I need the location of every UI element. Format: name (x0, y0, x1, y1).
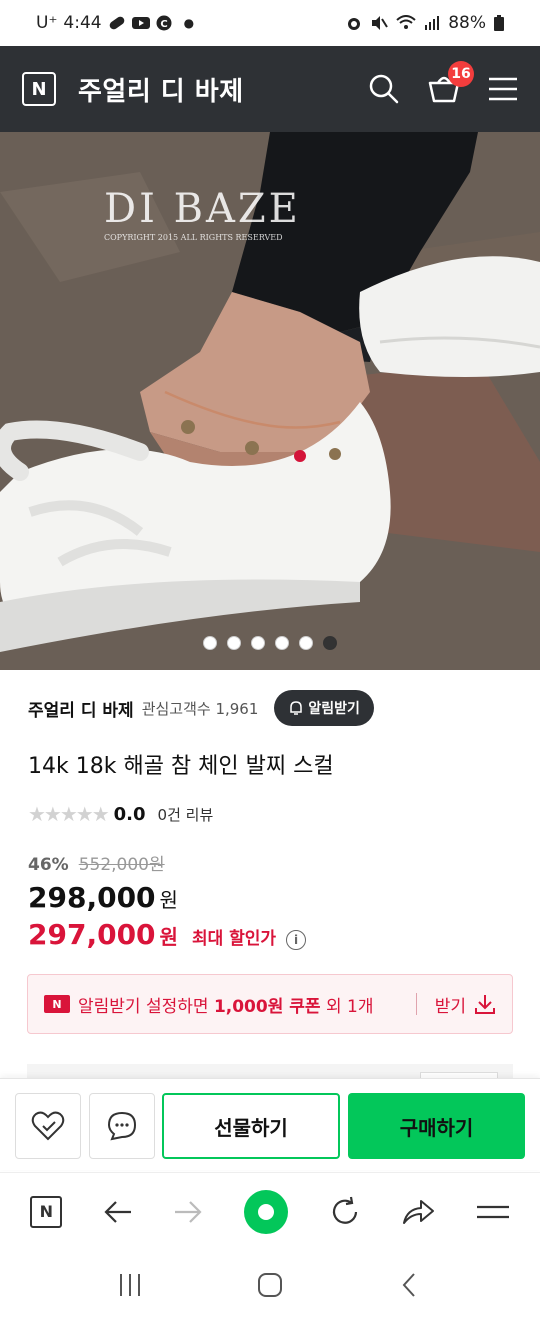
product-image-carousel[interactable]: DI BAZE COPYRIGHT 2015 ALL RIGHTS RESERV… (0, 132, 540, 670)
download-icon (475, 995, 495, 1014)
status-bar: U⁺ 4:44 C ● 88% (0, 0, 540, 46)
cart-button[interactable]: 16 (426, 61, 474, 107)
browser-home-button[interactable]: N (30, 1195, 63, 1228)
bell-plus-icon (290, 701, 303, 715)
coupon-download-label: 받기 (434, 996, 466, 1017)
carousel-dot[interactable] (275, 636, 289, 650)
photo-watermark-sub: COPYRIGHT 2015 ALL RIGHTS RESERVED (104, 233, 282, 242)
discount-row: 46% 552,000원 (28, 850, 512, 875)
product-title: 14k 18k 해골 참 체인 발찌 스컬 (28, 754, 334, 779)
system-nav-bar (0, 1250, 540, 1320)
store-header: N 주얼리 디 바제 16 (0, 46, 540, 132)
alarm-icon (348, 18, 361, 30)
info-icon[interactable]: i (286, 930, 307, 950)
mute-icon (372, 16, 389, 30)
battery-icon (494, 15, 504, 31)
carousel-dot[interactable] (251, 636, 265, 650)
coupon-download-button[interactable]: 받기 (435, 992, 496, 1017)
browser-toolbar: N (0, 1172, 540, 1250)
product-photo: DI BAZE COPYRIGHT 2015 ALL RIGHTS RESERV… (0, 132, 540, 670)
review-count: 0건 리뷰 (157, 805, 214, 824)
carousel-dot[interactable] (323, 636, 337, 650)
c-circle-icon: C (156, 15, 172, 31)
carousel-dot[interactable] (203, 636, 217, 650)
coupon-banner[interactable]: N 알림받기 설정하면 1,000원 쿠폰 외 1개 받기 (27, 974, 513, 1034)
home-icon[interactable] (257, 1272, 283, 1298)
cart-count-badge: 16 (448, 61, 474, 87)
purchase-action-bar: 선물하기 구매하기 (0, 1078, 540, 1170)
pill-icon (109, 16, 124, 30)
svg-text:C: C (160, 19, 167, 30)
max-discount-row: 297,000 원 최대 할인가 i (28, 918, 512, 951)
search-icon[interactable] (368, 73, 400, 105)
notification-dot-icon: ● (183, 16, 195, 30)
max-discount-label: 최대 할인가 (191, 929, 277, 949)
store-title[interactable]: 주얼리 디 바제 (78, 71, 244, 108)
green-dot-button[interactable] (243, 1189, 288, 1234)
clock: 4:44 (63, 13, 102, 33)
carousel-indicator (0, 636, 540, 650)
max-discount-price: 297,000 (28, 918, 156, 951)
carousel-dot[interactable] (227, 636, 241, 650)
original-price: 552,000원 (78, 855, 165, 875)
buy-button[interactable]: 구매하기 (348, 1093, 525, 1159)
carrier-label: U⁺ (36, 13, 58, 33)
rating-row[interactable]: ★★★★★ 0.0 0건 리뷰 (28, 802, 512, 826)
seller-row: 주얼리 디 바제 관심고객수 1,961 알림받기 (28, 690, 512, 726)
forward-arrow-icon[interactable] (173, 1199, 203, 1225)
recent-apps-icon[interactable] (117, 1272, 143, 1298)
back-arrow-icon[interactable] (103, 1199, 133, 1225)
notify-button-label: 알림받기 (308, 701, 360, 717)
refresh-icon[interactable] (329, 1196, 361, 1228)
naver-logo-button[interactable]: N (22, 72, 56, 106)
sale-price: 298,000 (28, 881, 156, 914)
divider (415, 993, 417, 1015)
talk-button[interactable] (89, 1093, 155, 1159)
photo-watermark: DI BAZE (104, 186, 301, 232)
green-dot-icon (257, 1203, 274, 1220)
wishlist-button[interactable] (15, 1093, 81, 1159)
back-icon[interactable] (397, 1272, 423, 1298)
product-info: 주얼리 디 바제 관심고객수 1,961 알림받기 14k 18k 해골 참 체… (28, 690, 512, 951)
naver-badge-icon: N (44, 995, 70, 1013)
rating-score: 0.0 (113, 803, 146, 825)
share-icon[interactable] (401, 1198, 435, 1226)
heart-check-icon (31, 1111, 65, 1141)
signal-icon (425, 16, 440, 30)
wifi-icon (396, 15, 416, 29)
sale-price-unit: 원 (159, 888, 178, 912)
coupon-text: 알림받기 설정하면 1,000원 쿠폰 외 1개 (78, 996, 374, 1017)
sale-price-row: 298,000 원 (28, 881, 512, 914)
gift-button[interactable]: 선물하기 (162, 1093, 340, 1159)
discount-rate: 46% (28, 855, 69, 875)
battery-percent: 88% (448, 13, 486, 33)
hamburger-menu-icon[interactable] (476, 1202, 510, 1222)
max-discount-unit: 원 (159, 925, 178, 949)
youtube-icon (131, 17, 150, 29)
notify-button[interactable]: 알림받기 (274, 690, 374, 726)
follower-count: 관심고객수 1,961 (141, 699, 259, 718)
carousel-dot[interactable] (299, 636, 313, 650)
star-rating-icon: ★★★★★ (28, 802, 110, 826)
chat-bubble-icon (107, 1111, 137, 1141)
menu-icon[interactable] (488, 76, 518, 102)
seller-name[interactable]: 주얼리 디 바제 (28, 696, 134, 721)
